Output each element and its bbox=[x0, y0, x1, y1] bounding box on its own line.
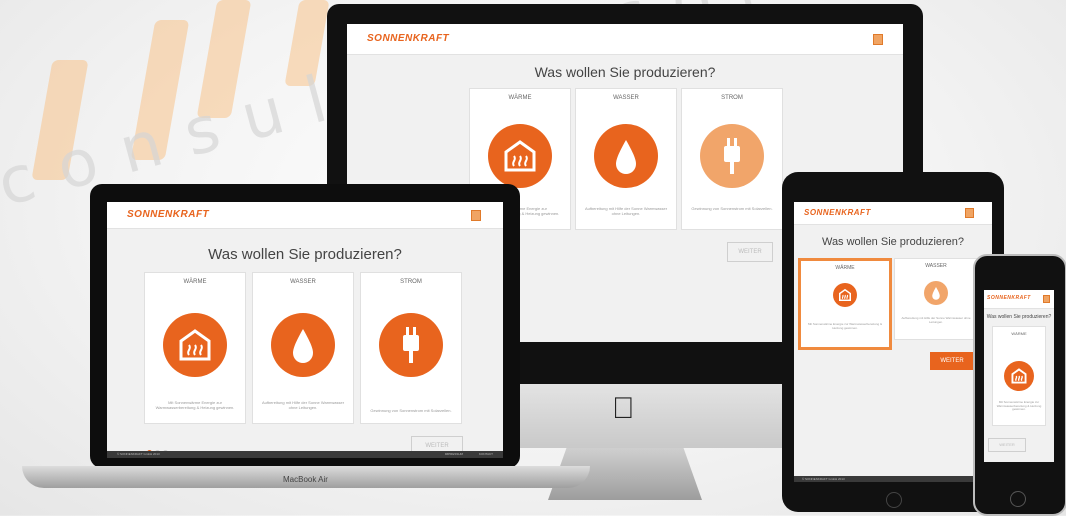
heat-icon bbox=[488, 124, 552, 188]
footer-link-kontakt[interactable]: KONTAKT bbox=[479, 452, 493, 456]
footer-copyright: © SONNENKRAFT GmbH 2013 bbox=[117, 452, 160, 456]
tablet-screen: SONNENKRAFT Was wollen Sie produzieren? … bbox=[794, 202, 992, 482]
card-desc: Gewinnung von Sonnenstrom mit Solarzelle… bbox=[370, 408, 452, 413]
heat-icon bbox=[833, 283, 857, 307]
water-drop-icon bbox=[271, 313, 335, 377]
card-title: WÄRME bbox=[1011, 331, 1027, 336]
footer: © SONNENKRAFT GmbH 2013 IMPRESSUM KONTAK… bbox=[107, 451, 503, 458]
plug-icon bbox=[379, 313, 443, 377]
card-title: WÄRME bbox=[508, 95, 532, 101]
footer: © SONNENKRAFT GmbH 2013 bbox=[794, 476, 992, 482]
card-strom[interactable]: STROM Gewinnung von Sonnenstrom mit Sola… bbox=[681, 88, 783, 230]
card-title: WASSER bbox=[925, 263, 947, 269]
card-desc: Aufbereitung mit Hilfe der Sonne Warmwas… bbox=[901, 316, 971, 324]
page-title: Was wollen Sie produzieren? bbox=[208, 246, 402, 263]
page-title: Was wollen Sie produzieren? bbox=[534, 64, 716, 80]
next-button[interactable]: WEITER bbox=[988, 438, 1026, 452]
logo[interactable]: SONNENKRAFT bbox=[367, 33, 449, 44]
card-desc: Gewinnung von Sonnenstrom mit Solarzelle… bbox=[691, 206, 773, 211]
menu-icon[interactable] bbox=[1043, 295, 1050, 303]
card-title: WASSER bbox=[290, 279, 316, 285]
card-strom[interactable]: STROM Gewinnung von Sonnenstrom mit Sola… bbox=[360, 272, 462, 424]
menu-icon[interactable] bbox=[471, 210, 481, 221]
card-desc: Aufbereitung mit Hilfe der Sonne Warmwas… bbox=[261, 400, 345, 410]
page-title: Was wollen Sie produzieren? bbox=[986, 314, 1052, 320]
header: SONNENKRAFT bbox=[107, 202, 503, 229]
card-title: STROM bbox=[400, 279, 422, 285]
card-wasser[interactable]: WASSER Aufbereitung mit Hilfe der Sonne … bbox=[575, 88, 677, 230]
card-title: STROM bbox=[721, 95, 743, 101]
menu-icon[interactable] bbox=[965, 208, 974, 218]
phone-home-button bbox=[1010, 491, 1026, 507]
apple-logo-icon:  bbox=[612, 392, 635, 426]
card-desc: Mit Sonnenwärme Energie zur Warmwasserbe… bbox=[996, 400, 1042, 412]
card-waerme[interactable]: WÄRME Mit Sonnenwärme Energie zur Warmwa… bbox=[144, 272, 246, 424]
card-title: WÄRME bbox=[183, 279, 207, 285]
header: SONNENKRAFT bbox=[984, 290, 1054, 309]
logo[interactable]: SONNENKRAFT bbox=[987, 295, 1031, 301]
logo[interactable]: SONNENKRAFT bbox=[127, 209, 209, 220]
plug-icon bbox=[700, 124, 764, 188]
card-wasser[interactable]: WASSER Aufbereitung mit Hilfe der Sonne … bbox=[252, 272, 354, 424]
menu-icon[interactable] bbox=[873, 34, 883, 45]
logo[interactable]: SONNENKRAFT bbox=[804, 208, 871, 217]
card-waerme[interactable]: WÄRME Mit Sonnenwärme Energie zur Warmwa… bbox=[992, 326, 1046, 426]
next-button[interactable]: WEITER bbox=[930, 352, 974, 370]
footer-copyright: © SONNENKRAFT GmbH 2013 bbox=[802, 477, 845, 481]
tablet-home-button bbox=[886, 492, 902, 508]
laptop-label: MacBook Air bbox=[283, 475, 328, 484]
next-button[interactable]: WEITER bbox=[727, 242, 773, 262]
card-waerme[interactable]: WÄRME Mit Sonnenwärme Energie zur Warmwa… bbox=[798, 258, 892, 350]
phone-screen: SONNENKRAFT Was wollen Sie produzieren? … bbox=[984, 290, 1054, 462]
laptop-screen: SONNENKRAFT Was wollen Sie produzieren? … bbox=[107, 202, 503, 458]
header: SONNENKRAFT bbox=[347, 24, 903, 55]
footer-link-impressum[interactable]: IMPRESSUM bbox=[445, 452, 463, 456]
card-title: WASSER bbox=[613, 95, 639, 101]
heat-icon bbox=[163, 313, 227, 377]
card-title: WÄRME bbox=[835, 265, 855, 271]
heat-icon bbox=[1004, 361, 1034, 391]
card-wasser[interactable]: WASSER Aufbereitung mit Hilfe der Sonne … bbox=[894, 258, 978, 340]
card-desc: Mit Sonnenwärme Energie zur Warmwasserbe… bbox=[808, 322, 882, 330]
water-drop-icon bbox=[594, 124, 658, 188]
water-drop-icon bbox=[924, 281, 948, 305]
card-desc: Aufbereitung mit Hilfe der Sonne Warmwas… bbox=[584, 206, 668, 216]
card-desc: Mit Sonnenwärme Energie zur Warmwasserbe… bbox=[155, 400, 235, 410]
header: SONNENKRAFT bbox=[794, 202, 992, 225]
page-title: Was wollen Sie produzieren? bbox=[821, 236, 965, 248]
